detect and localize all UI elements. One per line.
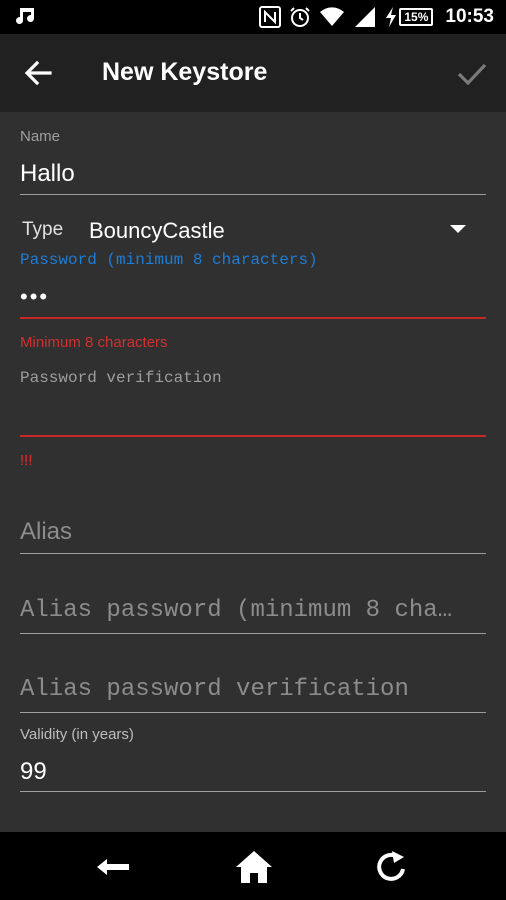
check-icon[interactable] <box>456 58 488 88</box>
signal-icon <box>355 7 376 27</box>
type-spinner[interactable]: Type BouncyCastle <box>20 212 486 248</box>
password-verification-label: Password verification <box>20 369 222 387</box>
charging-icon <box>386 7 397 27</box>
navigation-bar <box>0 832 506 900</box>
type-label: Type <box>22 219 64 240</box>
status-bar: 15% 10:53 <box>0 0 506 34</box>
alias-input[interactable]: Alias <box>20 518 72 546</box>
battery-indicator: 15% <box>385 7 434 27</box>
name-underline <box>20 194 486 195</box>
name-label: Name <box>20 128 61 145</box>
alias-password-underline <box>20 633 486 634</box>
password-input[interactable]: ••• <box>20 284 49 310</box>
password-verification-underline <box>20 435 486 437</box>
nfc-icon <box>259 6 282 28</box>
alias-password-verification-input[interactable]: Alias password verification <box>20 676 409 703</box>
validity-underline <box>20 791 486 792</box>
wifi-icon <box>320 7 345 26</box>
validity-label: Validity (in years) <box>20 726 134 743</box>
page-title: New Keystore <box>102 58 268 86</box>
keystore-form: Name Hallo Type BouncyCastle Password (m… <box>0 112 506 832</box>
alias-password-input[interactable]: Alias password (minimum 8 cha… <box>20 597 452 624</box>
arrow-back-icon[interactable] <box>22 58 54 88</box>
music-note-icon <box>16 8 35 25</box>
password-error: Minimum 8 characters <box>20 334 168 351</box>
recent-apps-icon[interactable] <box>372 849 412 885</box>
type-value: BouncyCastle <box>89 218 225 243</box>
battery-level: 15% <box>399 8 434 26</box>
validity-input[interactable]: 99 <box>20 758 47 786</box>
password-verification-error: !!! <box>20 452 33 469</box>
alias-underline <box>20 553 486 554</box>
home-icon[interactable] <box>234 849 274 885</box>
alias-password-verification-underline <box>20 712 486 713</box>
clock: 10:53 <box>445 6 494 27</box>
back-arrow-icon[interactable] <box>93 849 133 885</box>
alarm-icon <box>290 7 311 27</box>
dropdown-arrow-icon <box>450 225 466 233</box>
app-toolbar: New Keystore <box>0 34 506 112</box>
password-verification-input[interactable] <box>20 402 486 432</box>
name-input[interactable]: Hallo <box>20 160 75 188</box>
password-underline <box>20 317 486 319</box>
password-label: Password (minimum 8 characters) <box>20 251 318 269</box>
